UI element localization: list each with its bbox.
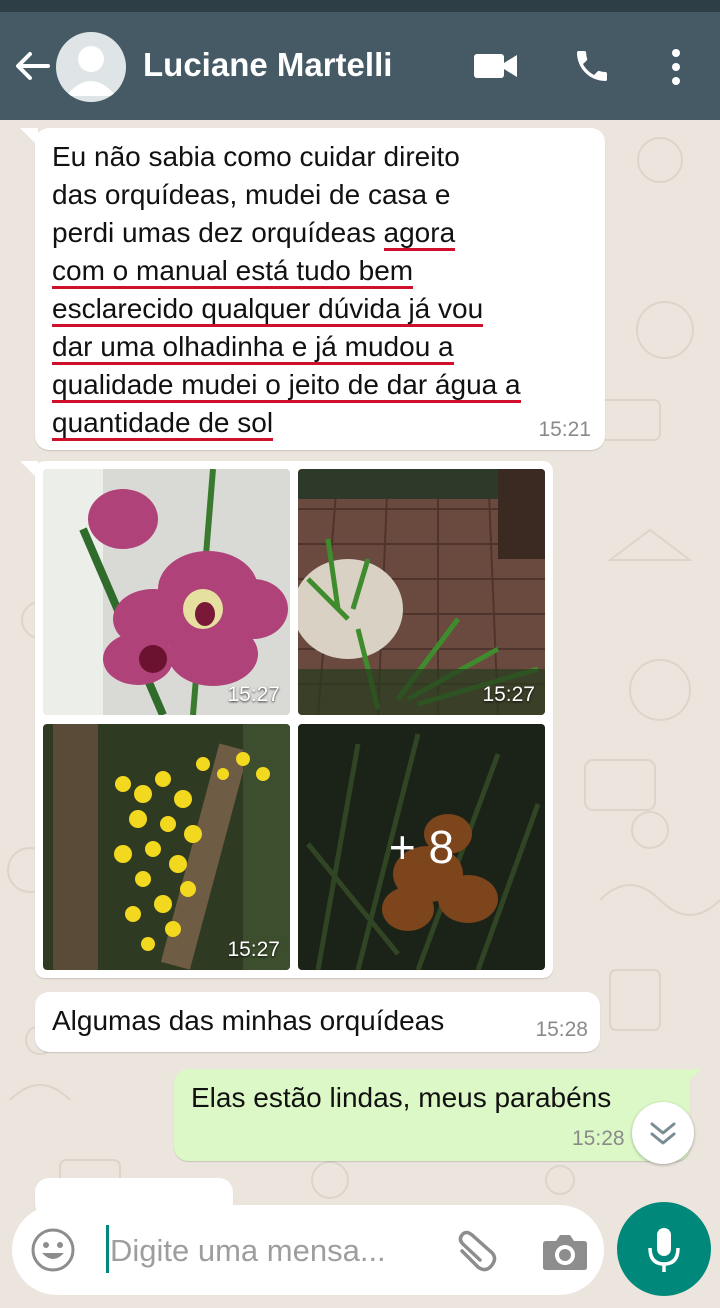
contact-name[interactable]: Luciane Martelli	[143, 46, 392, 84]
phone-icon[interactable]	[572, 46, 612, 91]
message-composer: Digite uma mensa...	[12, 1205, 604, 1295]
back-arrow-icon[interactable]	[14, 50, 50, 87]
underlined-text: esclarecido qualquer dúvida já vou	[52, 293, 484, 327]
emoji-icon[interactable]	[30, 1227, 76, 1278]
message-line: Eu não sabia como cuidar direito	[52, 138, 597, 176]
message-line: esclarecido qualquer dúvida já vou	[52, 290, 597, 328]
text-segment: das orquídeas, mudei de casa e	[52, 179, 451, 210]
video-call-icon[interactable]	[474, 52, 518, 85]
message-time: 15:28	[572, 1127, 625, 1150]
underlined-text: dar uma olhadinha e já mudou a	[52, 331, 454, 365]
message-text: Elas estão lindas, meus parabéns	[191, 1082, 612, 1113]
mic-button[interactable]	[617, 1202, 711, 1296]
message-time: 15:28	[535, 1018, 588, 1041]
attach-icon[interactable]	[454, 1229, 500, 1278]
message-text: Algumas das minhas orquídeas	[52, 1005, 445, 1036]
avatar[interactable]	[56, 32, 126, 102]
message-bubble-outgoing[interactable]: Elas estão lindas, meus parabéns 15:28	[174, 1069, 690, 1161]
text-cursor	[106, 1225, 109, 1273]
photo-album-bubble[interactable]: 15:27 15:27 15:27 + 8	[35, 461, 553, 978]
message-line: das orquídeas, mudei de casa e	[52, 176, 597, 214]
message-input[interactable]: Digite uma mensa...	[110, 1233, 386, 1269]
mic-icon	[648, 1228, 680, 1272]
message-line: dar uma olhadinha e já mudou a	[52, 328, 597, 366]
message-line: perdi umas dez orquídeas agora	[52, 214, 597, 252]
message-bubble-incoming[interactable]: Eu não sabia como cuidar direito das orq…	[35, 128, 605, 450]
message-line: com o manual está tudo bem	[52, 252, 597, 290]
photo-thumbnail-yellow-orchid[interactable]: 15:27	[43, 724, 290, 970]
message-line: qualidade mudei o jeito de dar água a	[52, 366, 597, 404]
more-vertical-icon[interactable]	[668, 48, 684, 91]
photo-time: 15:27	[227, 683, 280, 706]
message-time: 15:21	[538, 418, 591, 441]
underlined-text: quantidade de sol	[52, 407, 274, 441]
status-bar	[0, 0, 720, 12]
chat-header: Luciane Martelli	[0, 12, 720, 120]
text-segment: Eu não sabia como cuidar direito	[52, 141, 460, 172]
photo-thumbnail-pink-orchid[interactable]: 15:27	[43, 469, 290, 715]
underlined-text: agora	[383, 217, 456, 251]
photo-time: 15:27	[227, 938, 280, 961]
photo-time: 15:27	[482, 683, 535, 706]
message-text: Eu não sabia como cuidar direito das orq…	[52, 138, 597, 442]
photo-thumbnail-patio-plants[interactable]: 15:27	[298, 469, 545, 715]
message-line: quantidade de sol	[52, 404, 597, 442]
underlined-text: com o manual está tudo bem	[52, 255, 414, 289]
scroll-to-bottom-button[interactable]	[632, 1102, 694, 1164]
photo-thumbnail-more[interactable]: + 8	[298, 724, 545, 970]
message-bubble-incoming[interactable]: Algumas das minhas orquídeas 15:28	[35, 992, 600, 1052]
more-photos-count: + 8	[388, 821, 455, 873]
text-segment: perdi umas dez orquídeas	[52, 217, 384, 248]
underlined-text: qualidade mudei o jeito de dar água a	[52, 369, 521, 403]
double-chevron-down-icon	[650, 1122, 676, 1145]
camera-icon[interactable]	[542, 1231, 588, 1276]
